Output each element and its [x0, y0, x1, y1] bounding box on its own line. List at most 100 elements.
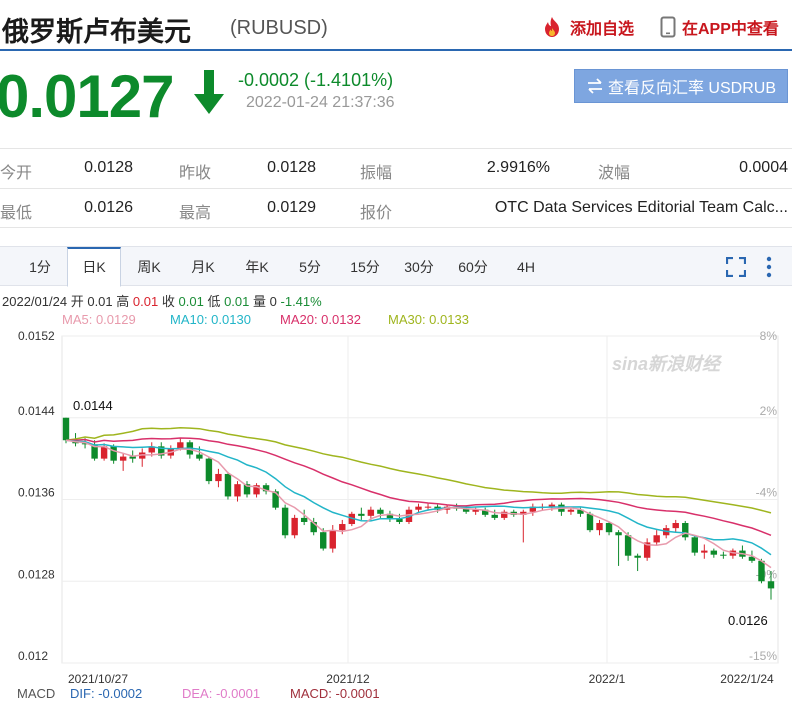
- ma30-line: [65, 427, 772, 514]
- kline-chart[interactable]: 0.0152 8%0.0144 2%0.0136 -4%0.0128 -9%0.012-…: [0, 328, 792, 684]
- candle-body: [634, 555, 641, 558]
- quote-timestamp: 2022-01-24 21:37:36: [246, 94, 395, 111]
- candle-body: [615, 532, 622, 536]
- candle-body: [767, 581, 775, 589]
- header: 俄罗斯卢布美元 (RUBUSD) 添加自选 在APP中查看: [0, 0, 792, 51]
- ohlc-volume-label: 量: [253, 294, 267, 309]
- x-tick-label: 2022/1: [589, 672, 626, 684]
- tab-yearly-k[interactable]: 年K: [238, 247, 276, 286]
- tab-15min[interactable]: 15分: [344, 247, 386, 286]
- ohlc-high: 0.01: [132, 294, 159, 309]
- tab-30min[interactable]: 30分: [398, 247, 440, 286]
- symbol-label: (RUBUSD): [230, 17, 328, 39]
- view-reverse-rate-button[interactable]: 查看反向汇率 USDRUB: [574, 69, 788, 103]
- x-tick-label: 2021/12: [326, 672, 370, 684]
- candle-body: [358, 513, 365, 516]
- add-favorite-button[interactable]: 添加自选: [540, 15, 634, 39]
- ma10-legend: MA10: 0.0130: [170, 312, 251, 327]
- candle-body: [682, 523, 689, 538]
- candle-body: [720, 554, 727, 556]
- tab-60min[interactable]: 60分: [452, 247, 494, 286]
- x-tick-label: 2022/1/24: [720, 672, 774, 684]
- candle-body: [281, 507, 289, 536]
- tab-weekly-k[interactable]: 周K: [130, 247, 168, 286]
- macd-value: MACD: -0.0001: [290, 686, 380, 701]
- candle-body: [234, 484, 241, 497]
- candle-body: [62, 417, 70, 441]
- ohlc-close-label: 收: [161, 294, 175, 309]
- high-label: 最高: [179, 205, 212, 222]
- x-tick-label: 2021/10/27: [68, 672, 128, 684]
- y-right-tick-label: -4%: [756, 486, 778, 500]
- phone-icon: [660, 16, 676, 38]
- quote-source-label: 报价: [360, 205, 393, 222]
- candle-body: [291, 517, 298, 536]
- low-label: 最低: [0, 205, 33, 222]
- y-tick-label: 0.012: [18, 649, 48, 663]
- ohlc-close: 0.01: [178, 294, 204, 309]
- tab-5min[interactable]: 5分: [292, 247, 328, 286]
- y-right-tick-label: 8%: [760, 329, 778, 343]
- ohlc-low: 0.01: [224, 294, 250, 309]
- macd-dif: DIF: -0.0002: [70, 686, 143, 701]
- fullscreen-icon[interactable]: [726, 257, 746, 277]
- period-tabs: 1分 日K 周K 月K 年K 5分 15分 30分 60分 4H: [0, 246, 792, 287]
- ma10-line: [65, 439, 772, 556]
- candle-body: [691, 537, 698, 553]
- ma30-legend: MA30: 0.0133: [388, 312, 469, 327]
- candle-body: [339, 524, 346, 531]
- open-in-app-label: 在APP中查看: [682, 21, 779, 38]
- candle-body: [701, 550, 708, 553]
- open-value: 0.0128: [84, 159, 133, 176]
- ohlc-open-label: 开: [70, 294, 84, 309]
- tab-4h[interactable]: 4H: [508, 247, 544, 286]
- ma20-legend: MA20: 0.0132: [280, 312, 361, 327]
- y-tick-label: 0.0136: [18, 486, 55, 500]
- candle-body: [605, 523, 613, 533]
- stats-row: 今开 0.0128 昨收 0.0128 振幅 2.9916% 波幅 0.0004: [0, 148, 792, 188]
- price-change: -0.0002 (-1.4101%): [238, 70, 394, 90]
- y-tick-label: 0.0128: [18, 567, 55, 581]
- ohlc-change: -1.41%: [280, 294, 322, 309]
- candle-body: [110, 446, 117, 461]
- stats-table: 今开 0.0128 昨收 0.0128 振幅 2.9916% 波幅 0.0004…: [0, 148, 792, 228]
- view-reverse-rate-label: 查看反向汇率 USDRUB: [607, 80, 776, 97]
- tab-monthly-k[interactable]: 月K: [184, 247, 222, 286]
- y-right-tick-label: -15%: [749, 649, 777, 663]
- high-value: 0.0129: [267, 199, 316, 216]
- candle-body: [196, 454, 203, 459]
- candle-body: [205, 458, 213, 482]
- flame-icon: [545, 17, 559, 37]
- range-label: 波幅: [598, 165, 631, 182]
- y-tick-label: 0.0152: [18, 329, 55, 343]
- candle-body: [320, 532, 327, 549]
- ohlc-date: 2022/01/24: [2, 294, 68, 309]
- page-title: 俄罗斯卢布美元: [2, 17, 191, 47]
- candle-body: [758, 560, 765, 582]
- macd-label: MACD: [17, 686, 56, 701]
- prev-close-value: 0.0128: [267, 159, 316, 176]
- more-options-icon[interactable]: [765, 256, 773, 278]
- watermark: sina新浪财经: [612, 354, 723, 374]
- tab-1min[interactable]: 1分: [24, 247, 56, 286]
- tab-daily-k[interactable]: 日K: [67, 247, 121, 287]
- amplitude-label: 振幅: [360, 165, 393, 182]
- candle-body: [215, 473, 222, 482]
- candle-body: [567, 509, 575, 512]
- candle-body: [177, 442, 184, 449]
- candle-body: [272, 491, 279, 508]
- last-price: 0.0127: [0, 63, 175, 130]
- quote-source-value: OTC Data Services Editorial Team Calc...: [494, 199, 788, 216]
- max-annotation: 0.0144: [73, 398, 113, 413]
- ohlc-low-label: 低: [207, 294, 221, 309]
- candle-body: [377, 509, 384, 514]
- open-in-app-button[interactable]: 在APP中查看: [660, 15, 779, 39]
- candle-body: [367, 509, 375, 516]
- swap-icon: [587, 78, 602, 94]
- prev-close-label: 昨收: [179, 165, 212, 182]
- range-value: 0.0004: [739, 159, 788, 176]
- header-divider: [0, 49, 792, 51]
- add-favorite-label: 添加自选: [570, 21, 635, 38]
- candle-body: [415, 506, 422, 510]
- candle-body: [329, 530, 336, 549]
